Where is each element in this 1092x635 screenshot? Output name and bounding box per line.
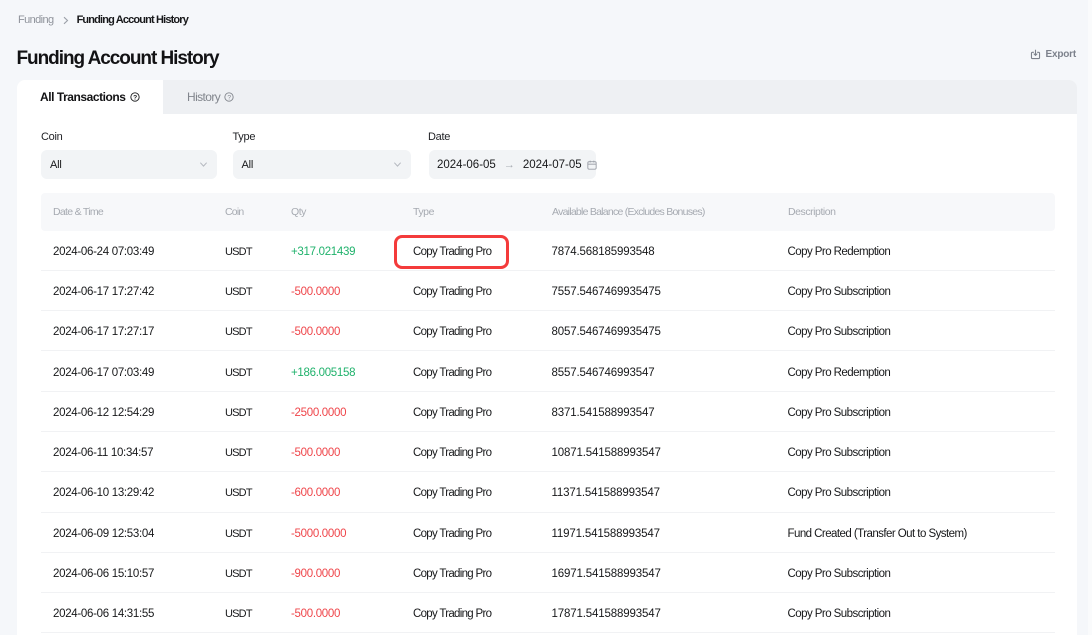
svg-text:?: ? [133, 94, 137, 101]
